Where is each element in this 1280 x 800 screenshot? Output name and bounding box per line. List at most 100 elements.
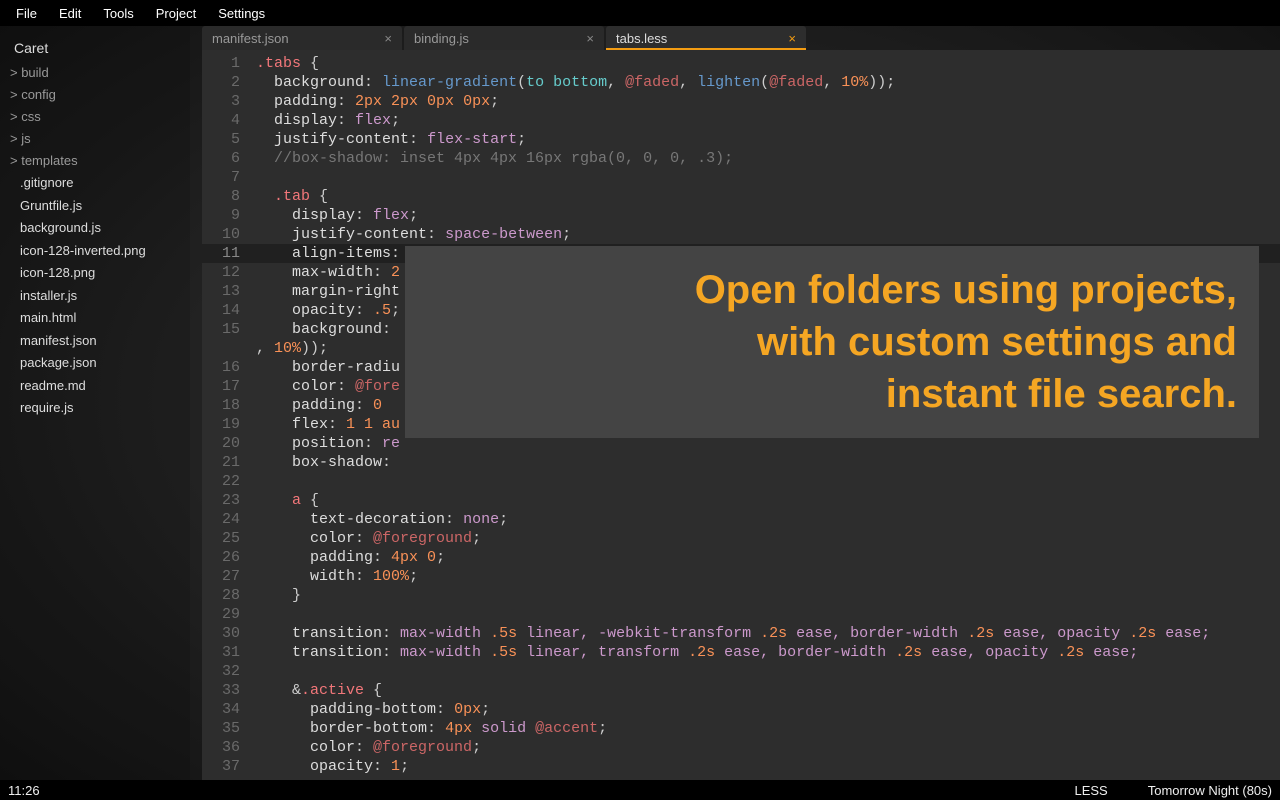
code-line[interactable]: &.active { — [250, 681, 1280, 700]
code-line[interactable]: padding: 2px 2px 0px 0px; — [250, 92, 1280, 111]
menu-tools[interactable]: Tools — [93, 2, 143, 25]
line-number: 32 — [202, 662, 240, 681]
line-number: 9 — [202, 206, 240, 225]
line-number: 14 — [202, 301, 240, 320]
line-number: 21 — [202, 453, 240, 472]
overlay-line: Open folders using projects, — [427, 264, 1237, 316]
code-line[interactable]: a { — [250, 491, 1280, 510]
code-line[interactable]: justify-content: space-between; — [250, 225, 1280, 244]
line-number: 8 — [202, 187, 240, 206]
line-number: 23 — [202, 491, 240, 510]
code-line[interactable]: color: @foreground; — [250, 738, 1280, 757]
line-number: 2 — [202, 73, 240, 92]
folder-js[interactable]: > js — [0, 128, 190, 150]
tab-label: manifest.json — [212, 31, 289, 46]
syntax-mode[interactable]: LESS — [1074, 783, 1107, 798]
line-number: 3 — [202, 92, 240, 111]
file-installer-js[interactable]: installer.js — [0, 285, 190, 308]
folder-css[interactable]: > css — [0, 106, 190, 128]
code-line[interactable]: transition: max-width .5s linear, transf… — [250, 643, 1280, 662]
file-main-html[interactable]: main.html — [0, 307, 190, 330]
overlay-line: instant file search. — [427, 368, 1237, 420]
promo-overlay: Open folders using projects, with custom… — [405, 246, 1259, 438]
tab-tabs-less[interactable]: tabs.less × — [606, 26, 806, 50]
tab-label: tabs.less — [616, 31, 667, 46]
line-number: 18 — [202, 396, 240, 415]
file-require-js[interactable]: require.js — [0, 397, 190, 420]
tab-label: binding.js — [414, 31, 469, 46]
folder-config[interactable]: > config — [0, 84, 190, 106]
cursor-position[interactable]: 11:26 — [8, 783, 40, 798]
line-number: 25 — [202, 529, 240, 548]
line-number: 5 — [202, 130, 240, 149]
folder-templates[interactable]: > templates — [0, 150, 190, 172]
file-icon-128-inverted-png[interactable]: icon-128-inverted.png — [0, 240, 190, 263]
code-line[interactable]: } — [250, 586, 1280, 605]
color-theme[interactable]: Tomorrow Night (80s) — [1148, 783, 1272, 798]
line-number: 34 — [202, 700, 240, 719]
line-number: 22 — [202, 472, 240, 491]
code-line[interactable]: padding: 4px 0; — [250, 548, 1280, 567]
code-line[interactable]: opacity: 1; — [250, 757, 1280, 776]
project-title: Caret — [0, 34, 190, 62]
menubar: FileEditToolsProjectSettings — [0, 0, 1280, 26]
menu-project[interactable]: Project — [146, 2, 206, 25]
close-icon[interactable]: × — [788, 31, 796, 46]
line-number: 29 — [202, 605, 240, 624]
code-line[interactable]: display: flex; — [250, 111, 1280, 130]
line-number: 27 — [202, 567, 240, 586]
close-icon[interactable]: × — [586, 31, 594, 46]
line-number: 16 — [202, 358, 240, 377]
tab-manifest-json[interactable]: manifest.json × — [202, 26, 402, 50]
code-line[interactable]: box-shadow: — [250, 453, 1280, 472]
file--gitignore[interactable]: .gitignore — [0, 172, 190, 195]
file-Gruntfile-js[interactable]: Gruntfile.js — [0, 195, 190, 218]
line-number: 28 — [202, 586, 240, 605]
code-line[interactable]: padding-bottom: 0px; — [250, 700, 1280, 719]
line-number: 37 — [202, 757, 240, 776]
code-line[interactable]: background: linear-gradient(to bottom, @… — [250, 73, 1280, 92]
line-number: 11 — [202, 244, 250, 263]
code-line[interactable]: //box-shadow: inset 4px 4px 16px rgba(0,… — [250, 149, 1280, 168]
line-number: 10 — [202, 225, 240, 244]
code-line[interactable] — [250, 168, 1280, 187]
line-number: 26 — [202, 548, 240, 567]
line-number: 33 — [202, 681, 240, 700]
menu-edit[interactable]: Edit — [49, 2, 91, 25]
folder-build[interactable]: > build — [0, 62, 190, 84]
code-line[interactable]: text-decoration: none; — [250, 510, 1280, 529]
line-number: 12 — [202, 263, 240, 282]
code-line[interactable] — [250, 472, 1280, 491]
status-bar: 11:26 LESS Tomorrow Night (80s) — [0, 780, 1280, 800]
line-number: 4 — [202, 111, 240, 130]
code-line[interactable]: transition: max-width .5s linear, -webki… — [250, 624, 1280, 643]
overlay-line: with custom settings and — [427, 316, 1237, 368]
line-number: 13 — [202, 282, 240, 301]
code-line[interactable]: .tabs { — [250, 54, 1280, 73]
file-manifest-json[interactable]: manifest.json — [0, 330, 190, 353]
tab-binding-js[interactable]: binding.js × — [404, 26, 604, 50]
line-number: 35 — [202, 719, 240, 738]
file-background-js[interactable]: background.js — [0, 217, 190, 240]
code-line[interactable]: width: 100%; — [250, 567, 1280, 586]
line-number: 36 — [202, 738, 240, 757]
code-line[interactable]: .tab { — [250, 187, 1280, 206]
menu-file[interactable]: File — [6, 2, 47, 25]
close-icon[interactable]: × — [384, 31, 392, 46]
code-line[interactable]: display: flex; — [250, 206, 1280, 225]
file-list: .gitignoreGruntfile.jsbackground.jsicon-… — [0, 172, 190, 420]
line-number: 24 — [202, 510, 240, 529]
code-line[interactable]: color: @foreground; — [250, 529, 1280, 548]
line-number: 1 — [202, 54, 240, 73]
file-readme-md[interactable]: readme.md — [0, 375, 190, 398]
code-line[interactable]: justify-content: flex-start; — [250, 130, 1280, 149]
code-line[interactable] — [250, 605, 1280, 624]
line-number: 19 — [202, 415, 240, 434]
code-line[interactable]: border-bottom: 4px solid @accent; — [250, 719, 1280, 738]
line-number: 15 — [202, 320, 240, 339]
line-number: 17 — [202, 377, 240, 396]
file-icon-128-png[interactable]: icon-128.png — [0, 262, 190, 285]
file-package-json[interactable]: package.json — [0, 352, 190, 375]
menu-settings[interactable]: Settings — [208, 2, 275, 25]
code-line[interactable] — [250, 662, 1280, 681]
